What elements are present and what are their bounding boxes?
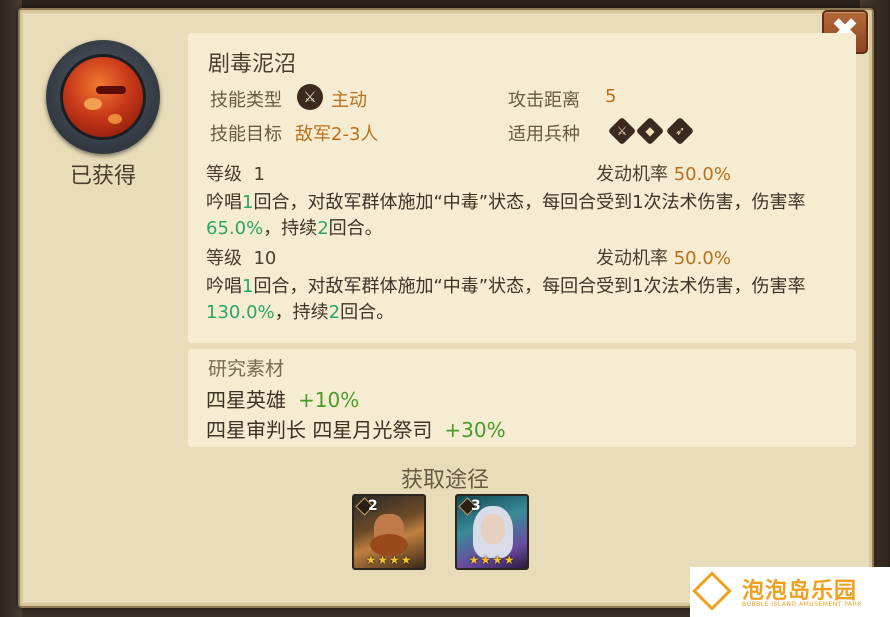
attack-range-value: 5 <box>605 86 617 107</box>
hero-card-elf[interactable]: 3 ★★★★ <box>455 494 529 570</box>
troop-type-label: 适用兵种 <box>508 124 580 145</box>
star-rating: ★★★★ <box>365 553 413 567</box>
research-item: 四星审判长 四星月光祭司 +30% <box>206 418 506 442</box>
active-skill-icon: ⚔ <box>297 84 323 110</box>
elf-priestess-portrait <box>481 514 505 544</box>
research-item: 四星英雄 +10% <box>206 388 360 412</box>
hero-level: 3 <box>471 498 481 514</box>
shield-troop-icon: ◆ <box>635 116 665 146</box>
attack-range-label: 攻击距离 <box>508 90 580 111</box>
skill-target-label: 技能目标 <box>210 124 282 145</box>
level-label: 等级 1 <box>206 164 265 185</box>
skill-icon <box>46 40 160 154</box>
watermark: 泡泡岛乐园 BUBBLE ISLAND AMUSEMENT PARK <box>690 567 890 617</box>
obtained-label: 已获得 <box>69 164 136 189</box>
skill-target-value: 敌军2-3人 <box>295 124 379 145</box>
hero-card-dwarf[interactable]: 2 ★★★★ <box>352 494 426 570</box>
hero-level: 2 <box>368 498 378 514</box>
watermark-logo-icon <box>692 571 732 611</box>
bow-troop-icon: ➶ <box>665 116 695 146</box>
obtain-title: 获取途径 <box>400 468 489 493</box>
skill-name: 剧毒泥沼 <box>208 52 297 77</box>
skill-type-label: 技能类型 <box>210 90 282 111</box>
skill-type-value: 主动 <box>331 90 367 111</box>
level-label: 等级 10 <box>206 248 277 269</box>
sword-troop-icon: ⚔ <box>607 116 637 146</box>
trigger-rate-label: 发动机率 50.0% <box>596 164 731 185</box>
level-description: 吟唱1回合，对敌军群体施加“中毒”状态，每回合受到1次法术伤害，伤害率65.0%… <box>206 192 806 239</box>
research-title: 研究素材 <box>208 358 285 380</box>
trigger-rate-label: 发动机率 50.0% <box>596 248 731 269</box>
level-description: 吟唱1回合，对敌军群体施加“中毒”状态，每回合受到1次法术伤害，伤害率130.0… <box>206 276 806 323</box>
poison-swamp-icon <box>60 54 146 140</box>
star-rating: ★★★★ <box>468 553 516 567</box>
